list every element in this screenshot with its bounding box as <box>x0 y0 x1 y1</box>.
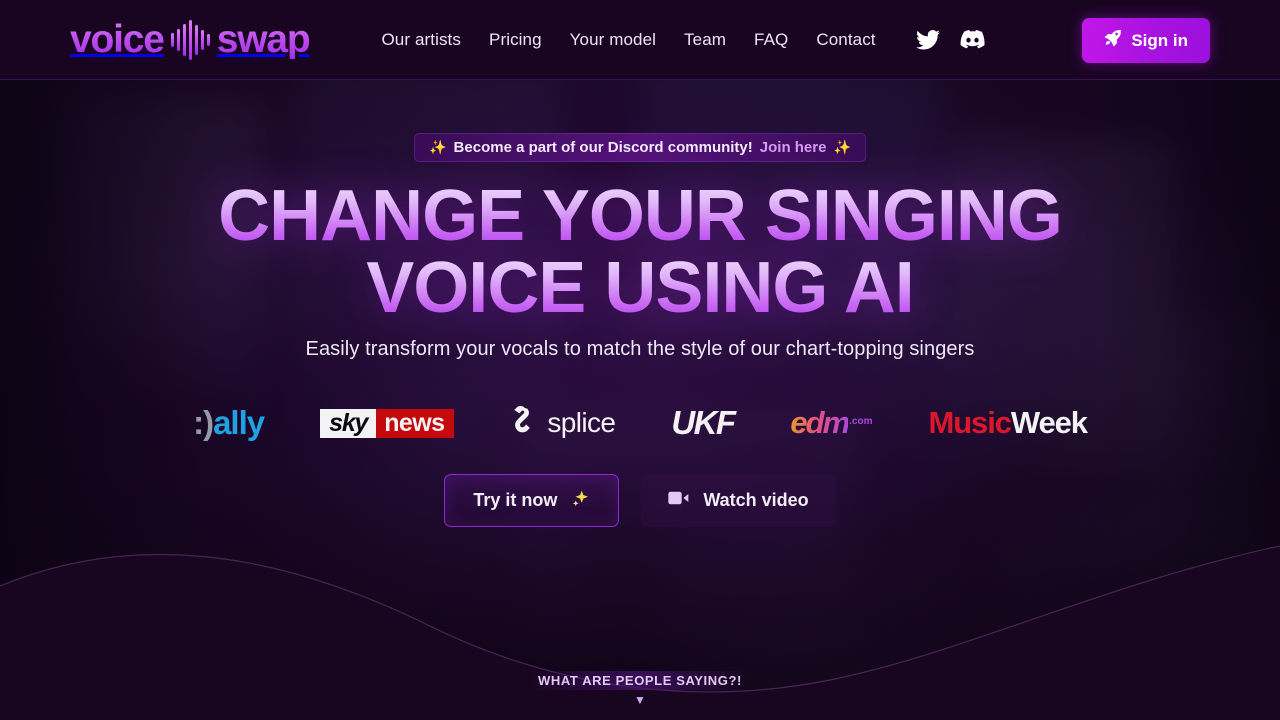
scroll-cue-label: WHAT ARE PEOPLE SAYING?! <box>530 671 750 690</box>
hero-subheadline: Easily transform your vocals to match th… <box>305 338 975 360</box>
try-it-now-label: Try it now <box>473 490 558 510</box>
sparkle-icon: ✨ <box>833 139 851 155</box>
nav-item-contact[interactable]: Contact <box>802 22 889 58</box>
social-links <box>915 29 985 50</box>
video-camera-icon <box>668 490 690 511</box>
nav-item-pricing[interactable]: Pricing <box>475 22 556 58</box>
nav-item-our-artists[interactable]: Our artists <box>367 22 475 58</box>
waveform-icon <box>170 19 210 60</box>
scroll-down-cue[interactable]: WHAT ARE PEOPLE SAYING?! ▼ <box>0 671 1280 706</box>
nav-item-your-model[interactable]: Your model <box>556 22 670 58</box>
watch-video-button[interactable]: Watch video <box>641 474 836 527</box>
music-week-logo: Music Week <box>928 405 1088 441</box>
hero-section: ✨ Become a part of our Discord community… <box>0 80 1280 720</box>
page-root: voice swap Our artists Pricing Your mode… <box>0 0 1280 720</box>
sky-news-logo-sky: sky <box>320 408 377 438</box>
logo-home-link[interactable]: voice swap <box>70 17 311 63</box>
headline-line-1: CHANGE YOUR SINGING <box>0 180 1280 252</box>
sparkle-icon: ✨ <box>429 139 447 155</box>
twitter-icon[interactable] <box>915 29 940 50</box>
site-header: voice swap Our artists Pricing Your mode… <box>0 0 1280 80</box>
ally-logo: :) ally <box>193 404 265 442</box>
logo-text-voice: voice <box>70 18 165 61</box>
edm-logo-word: edm <box>790 405 850 440</box>
rocket-icon <box>1104 29 1122 52</box>
discord-community-banner[interactable]: ✨ Become a part of our Discord community… <box>414 133 866 162</box>
edm-com-logo: edm .com <box>790 405 872 441</box>
sparkle-icon <box>571 489 590 513</box>
sign-in-label: Sign in <box>1131 30 1188 50</box>
music-week-logo-music: Music <box>928 405 1012 440</box>
discord-banner-text: Become a part of our Discord community! <box>453 139 753 156</box>
ally-logo-smile: :) <box>193 404 214 441</box>
ukf-logo: UKF <box>671 404 736 441</box>
press-logo-strip: :) ally sky news splice UKF edm .com Mus… <box>0 393 1280 453</box>
sky-news-logo: sky news <box>320 407 455 439</box>
hero-cta-group: Try it now Watch video <box>0 474 1280 527</box>
splice-logo-word: splice <box>547 407 616 438</box>
nav-item-faq[interactable]: FAQ <box>740 22 802 58</box>
discord-banner-join-link[interactable]: Join here <box>760 139 827 156</box>
try-it-now-button[interactable]: Try it now <box>444 474 620 527</box>
chevron-down-icon: ▼ <box>634 693 646 707</box>
logo-text-swap: swap <box>216 18 311 61</box>
music-week-logo-week: Week <box>1010 405 1088 440</box>
edm-logo-suffix: .com <box>849 416 873 427</box>
splice-mark-icon <box>510 406 537 440</box>
splice-logo: splice <box>510 406 616 440</box>
discord-icon[interactable] <box>960 30 985 49</box>
sky-news-logo-news: news <box>376 408 455 438</box>
hero-headline: CHANGE YOUR SINGING VOICE USING AI <box>0 180 1280 324</box>
watch-video-label: Watch video <box>703 490 809 510</box>
headline-line-2: VOICE USING AI <box>0 252 1280 324</box>
nav-item-team[interactable]: Team <box>670 22 740 58</box>
sign-in-button[interactable]: Sign in <box>1082 18 1210 63</box>
main-navigation: Our artists Pricing Your model Team FAQ … <box>367 22 889 58</box>
ally-logo-word: ally <box>213 404 265 441</box>
